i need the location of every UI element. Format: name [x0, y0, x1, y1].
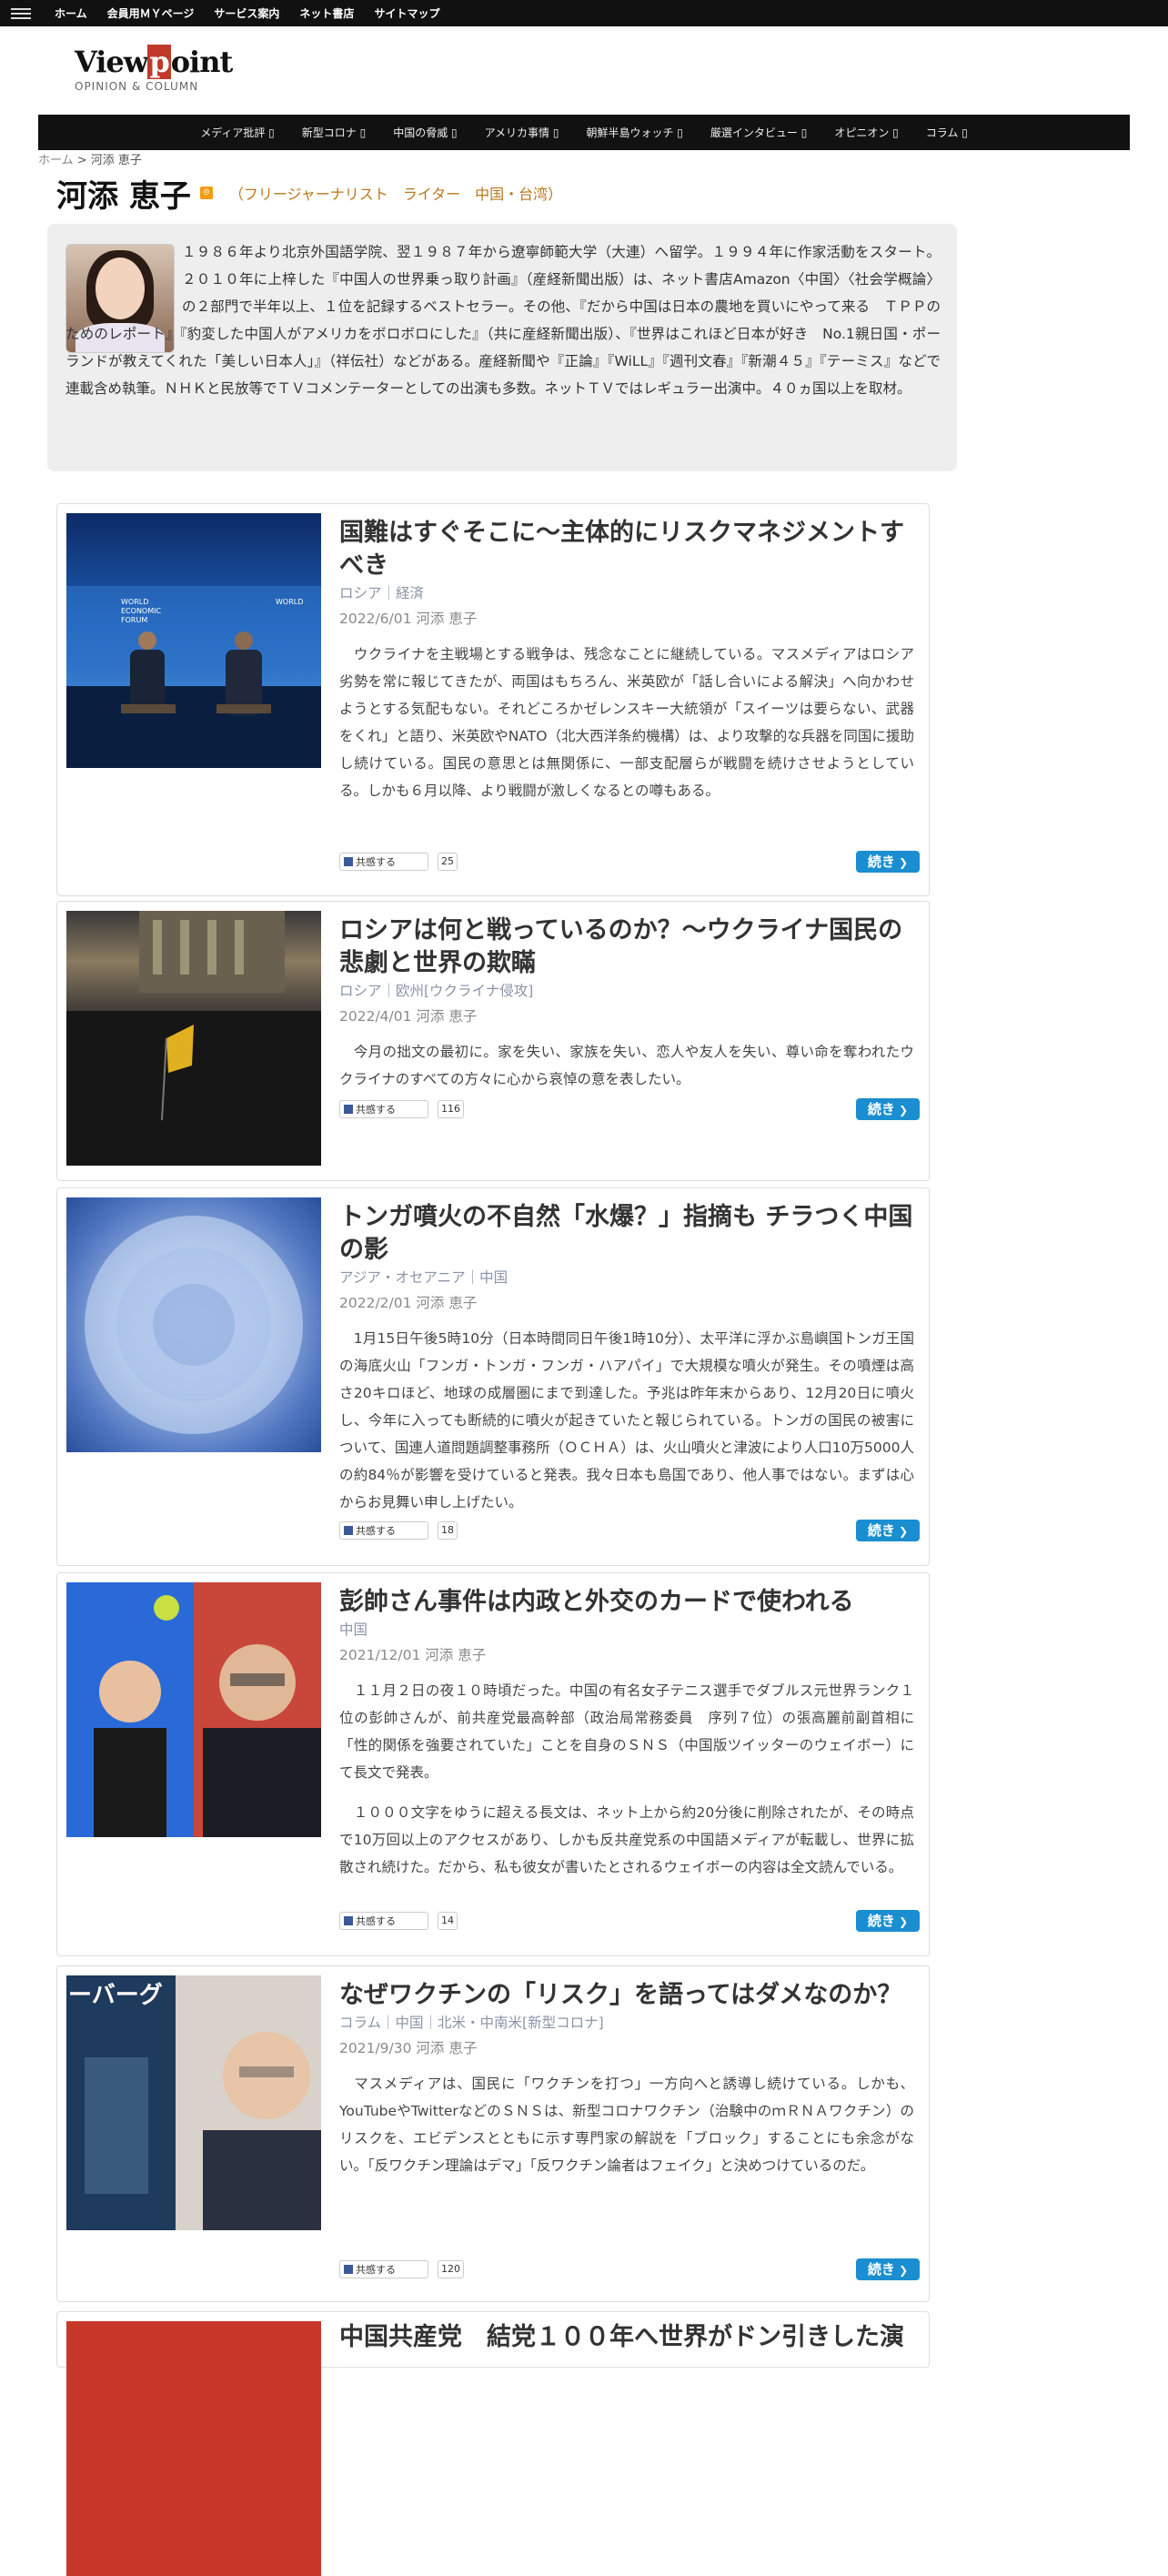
share-button[interactable]: 共感する	[339, 2260, 428, 2278]
article-excerpt: ウクライナを主戦場とする戦争は、残念なことに継続している。マスメディアはロシア劣…	[339, 646, 914, 799]
article-date: 2022/2/01 河添 恵子	[339, 1295, 478, 1311]
nav-covid[interactable]: 新型コロナ ▯	[302, 125, 366, 140]
article-card: ロシアは何と戦っているのか？～ウクライナ国民の悲劇と世界の欺瞞 ロシア｜欧州[ウ…	[56, 901, 930, 1181]
author-bio: １９８６年より北京外国語学院、翌１９８７年から遼寧師範大学（大連）へ留学。１９９…	[65, 244, 941, 397]
article-card: 中国共産党 結党１００年へ世界がドン引きした演	[56, 2311, 930, 2576]
article-categories[interactable]: 中国	[339, 1619, 914, 1641]
nav-media-critique[interactable]: メディア批評 ▯	[200, 125, 275, 140]
read-more-button[interactable]: 続き	[856, 1910, 920, 1932]
article-excerpt-2: １０００文字をゆうに超える長文は、ネット上から約20分後に削除されたが、その時点…	[339, 1804, 914, 1875]
read-more-button[interactable]: 続き	[856, 851, 920, 873]
article-card: ーバーグ なぜワクチンの「リスク」を語ってはダメなのか？ コラム｜中国｜北米・中…	[56, 1965, 930, 2302]
like-icon	[344, 2265, 353, 2274]
article-date: 2021/9/30 河添 恵子	[339, 2040, 478, 2056]
like-icon	[344, 857, 353, 866]
article-excerpt: １１月２日の夜１０時頃だった。中国の有名女子テニス選手でダブルス元世界ランク１位…	[339, 1682, 914, 1781]
article-thumbnail[interactable]	[66, 1197, 321, 1452]
topnav-mypage[interactable]: 会員用ＭＹページ	[107, 5, 195, 21]
topnav-bookstore[interactable]: ネット書店	[299, 5, 354, 21]
article-title[interactable]: なぜワクチンの「リスク」を語ってはダメなのか？	[339, 1979, 914, 2012]
nav-opinion[interactable]: オピニオン ▯	[834, 125, 898, 140]
article-card: トンガ噴火の不自然「水爆？」指摘も チラつく中国の影 アジア・オセアニア｜中国 …	[56, 1187, 930, 1566]
article-date: 2022/4/01 河添 恵子	[339, 1008, 478, 1025]
article-card: 彭帥さん事件は内政と外交のカードで使われる 中国 2021/12/01 河添 恵…	[56, 1572, 930, 1956]
article-excerpt: 1月15日午後5時10分（日本時間同日午後1時10分）、太平洋に浮かぶ島嶼国トン…	[339, 1330, 914, 1510]
svg-text:WORLD: WORLD	[121, 598, 148, 606]
article-body: 中国共産党 結党１００年へ世界がドン引きした演	[339, 2321, 914, 2354]
like-icon	[344, 1916, 353, 1925]
article-body: トンガ噴火の不自然「水爆？」指摘も チラつく中国の影 アジア・オセアニア｜中国 …	[339, 1201, 914, 1516]
article-date: 2022/6/01 河添 恵子	[339, 611, 478, 627]
nav-interview[interactable]: 厳選インタビュー ▯	[710, 125, 807, 140]
topnav-sitemap[interactable]: サイトマップ	[374, 5, 439, 21]
article-categories[interactable]: アジア・オセアニア｜中国	[339, 1267, 914, 1288]
article-thumbnail[interactable]	[66, 1582, 321, 1837]
like-icon	[344, 1526, 353, 1535]
read-more-button[interactable]: 続き	[856, 2258, 920, 2280]
nav-america[interactable]: アメリカ事情 ▯	[485, 125, 559, 140]
share-button[interactable]: 共感する	[339, 1521, 428, 1540]
article-body: 国難はすぐそこに～主体的にリスクマネジメントすべき ロシア｜経済 2022/6/…	[339, 517, 914, 804]
like-icon	[344, 1105, 353, 1114]
topnav-home[interactable]: ホーム	[55, 5, 87, 21]
site-logo[interactable]: Viewpoint OPINION & COLUMN	[75, 45, 233, 102]
article-excerpt: マスメディアは、国民に「ワクチンを打つ」一方向へと誘導し続けている。しかも、Yo…	[339, 2076, 914, 2174]
article-date: 2021/12/01 河添 恵子	[339, 1647, 487, 1663]
article-title[interactable]: 彭帥さん事件は内政と外交のカードで使われる	[339, 1586, 914, 1619]
article-categories[interactable]: コラム｜中国｜北米・中南米[新型コロナ]	[339, 2012, 914, 2034]
page-title: 河添 恵子	[56, 177, 191, 215]
share-count: 18	[438, 1521, 458, 1540]
article-title[interactable]: 中国共産党 結党１００年へ世界がドン引きした演	[339, 2321, 914, 2354]
read-more-button[interactable]: 続き	[856, 1098, 920, 1120]
share-count: 116	[438, 1100, 464, 1118]
top-nav: ホーム 会員用ＭＹページ サービス案内 ネット書店 サイトマップ	[55, 0, 439, 26]
author-profile: １９８６年より北京外国語学院、翌１９８７年から遼寧師範大学（大連）へ留学。１９９…	[47, 224, 957, 471]
main-nav: メディア批評 ▯ 新型コロナ ▯ 中国の脅威 ▯ アメリカ事情 ▯ 朝鮮半島ウォ…	[38, 115, 1130, 150]
share-button[interactable]: 共感する	[339, 853, 428, 871]
article-excerpt: 今月の拙文の最初に。家を失い、家族を失い、恋人や友人を失い、尊い命を奪われたウク…	[339, 1044, 914, 1087]
article-thumbnail[interactable]: WORLD ECONOMIC FORUM WORLD	[66, 513, 321, 768]
author-tagline: （フリージャーナリスト ライター 中国・台湾）	[228, 186, 563, 203]
article-categories[interactable]: ロシア｜欧州[ウクライナ侵攻]	[339, 980, 914, 1002]
article-title[interactable]: ロシアは何と戦っているのか？～ウクライナ国民の悲劇と世界の欺瞞	[339, 914, 914, 980]
svg-text:FORUM: FORUM	[121, 616, 147, 624]
menu-icon[interactable]	[11, 5, 31, 20]
breadcrumb-home[interactable]: ホーム	[38, 154, 74, 167]
rss-icon[interactable]: ⦾	[199, 187, 213, 199]
nav-column[interactable]: コラム ▯	[926, 125, 968, 140]
article-body: なぜワクチンの「リスク」を語ってはダメなのか？ コラム｜中国｜北米・中南米[新型…	[339, 1979, 914, 2179]
article-body: 彭帥さん事件は内政と外交のカードで使われる 中国 2021/12/01 河添 恵…	[339, 1586, 914, 1881]
article-thumbnail[interactable]	[66, 2321, 321, 2576]
article-title[interactable]: 国難はすぐそこに～主体的にリスクマネジメントすべき	[339, 517, 914, 582]
nav-china-threat[interactable]: 中国の脅威 ▯	[393, 125, 457, 140]
share-count: 120	[438, 2260, 464, 2278]
topnav-service[interactable]: サービス案内	[214, 5, 279, 21]
breadcrumb-current: 河添 恵子	[90, 154, 142, 167]
author-header: 河添 恵子 ⦾ （フリージャーナリスト ライター 中国・台湾）	[56, 175, 563, 215]
share-count: 14	[438, 1912, 458, 1930]
svg-text:WORLD: WORLD	[276, 598, 303, 606]
article-card: WORLD ECONOMIC FORUM WORLD 国難はすぐそこに～主体的に…	[56, 503, 930, 896]
svg-text:ECONOMIC: ECONOMIC	[121, 607, 161, 615]
article-thumbnail[interactable]: ーバーグ	[66, 1975, 321, 2230]
top-bar: ホーム 会員用ＭＹページ サービス案内 ネット書店 サイトマップ	[0, 0, 1168, 26]
share-button[interactable]: 共感する	[339, 1100, 428, 1118]
breadcrumb: ホーム > 河添 恵子	[38, 154, 142, 167]
article-thumbnail[interactable]	[66, 911, 321, 1166]
article-title[interactable]: トンガ噴火の不自然「水爆？」指摘も チラつく中国の影	[339, 1201, 914, 1267]
nav-korea-watch[interactable]: 朝鮮半島ウォッチ ▯	[586, 125, 682, 140]
share-count: 25	[438, 853, 458, 871]
article-body: ロシアは何と戦っているのか？～ウクライナ国民の悲劇と世界の欺瞞 ロシア｜欧州[ウ…	[339, 914, 914, 1093]
share-button[interactable]: 共感する	[339, 1912, 428, 1930]
svg-text:ーバーグ: ーバーグ	[68, 1982, 163, 2009]
article-categories[interactable]: ロシア｜経済	[339, 582, 914, 604]
read-more-button[interactable]: 続き	[856, 1520, 920, 1541]
